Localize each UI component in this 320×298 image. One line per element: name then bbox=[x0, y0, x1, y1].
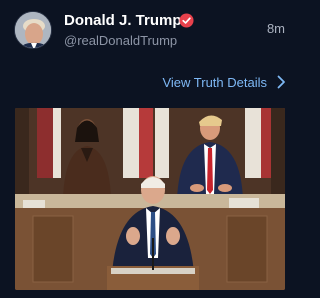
post-media-photo[interactable] bbox=[15, 108, 285, 290]
user-avatar-photo bbox=[15, 12, 51, 48]
truth-post: Donald J. Trump @realDonaldTrump 8m View… bbox=[0, 0, 300, 298]
view-truth-details-link[interactable]: View Truth Details bbox=[162, 73, 286, 91]
photo-image bbox=[15, 108, 285, 290]
view-truth-details-label: View Truth Details bbox=[162, 74, 267, 90]
verified-badge-icon bbox=[179, 13, 194, 28]
post-timestamp: 8m bbox=[266, 21, 285, 36]
author-avatar[interactable] bbox=[14, 11, 52, 49]
chevron-right-icon bbox=[277, 75, 285, 89]
author-handle[interactable]: @realDonaldTrump bbox=[64, 33, 177, 48]
author-display-name[interactable]: Donald J. Trump bbox=[64, 12, 182, 29]
